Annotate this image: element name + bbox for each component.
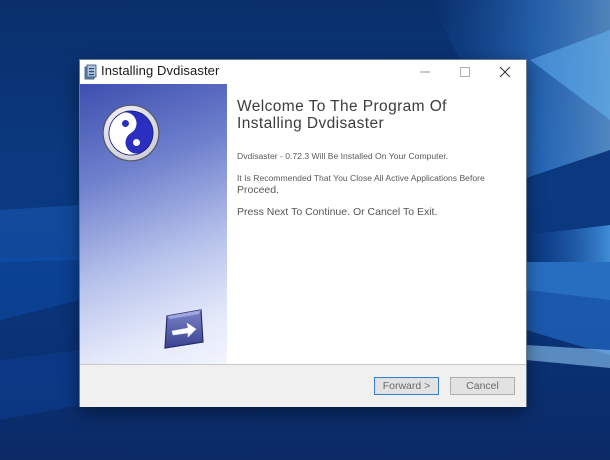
title-bar[interactable]: Installing Dvdisaster — [80, 60, 526, 84]
recommendation-line-2: Proceed. — [237, 184, 280, 196]
install-version-text: Dvdisaster - 0.72.3 Will Be Installed On… — [237, 151, 449, 161]
close-apps-recommendation: It Is Recommended That You Close All Act… — [237, 172, 517, 196]
close-button[interactable] — [484, 60, 526, 84]
wizard-sidebar — [80, 84, 227, 364]
close-icon — [499, 66, 511, 78]
forward-button[interactable]: Forward > — [374, 377, 439, 395]
cancel-button[interactable]: Cancel — [450, 377, 515, 395]
minimize-icon — [420, 71, 430, 73]
installer-window: Installing Dvdisaster Welcome To The Pro… — [80, 60, 526, 407]
yin-yang-icon — [102, 104, 160, 162]
heading-line-2: Installing Dvdisaster — [237, 115, 385, 132]
minimize-button[interactable] — [404, 60, 446, 84]
desktop: Installing Dvdisaster Welcome To The Pro… — [0, 0, 610, 460]
maximize-icon — [460, 67, 470, 77]
window-title: Installing Dvdisaster — [101, 63, 220, 78]
arrow-right-icon — [164, 309, 204, 349]
welcome-heading: Welcome To The Program Of Installing Dvd… — [237, 98, 517, 132]
setup-package-icon — [84, 64, 97, 80]
heading-line-1: Welcome To The Program Of — [237, 98, 447, 115]
continue-instruction: Press Next To Continue. Or Cancel To Exi… — [237, 206, 438, 218]
wizard-footer: Forward > Cancel — [80, 364, 526, 407]
maximize-button[interactable] — [444, 60, 486, 84]
recommendation-line-1: It Is Recommended That You Close All Act… — [237, 173, 485, 183]
wizard-content: Welcome To The Program Of Installing Dvd… — [227, 84, 526, 364]
